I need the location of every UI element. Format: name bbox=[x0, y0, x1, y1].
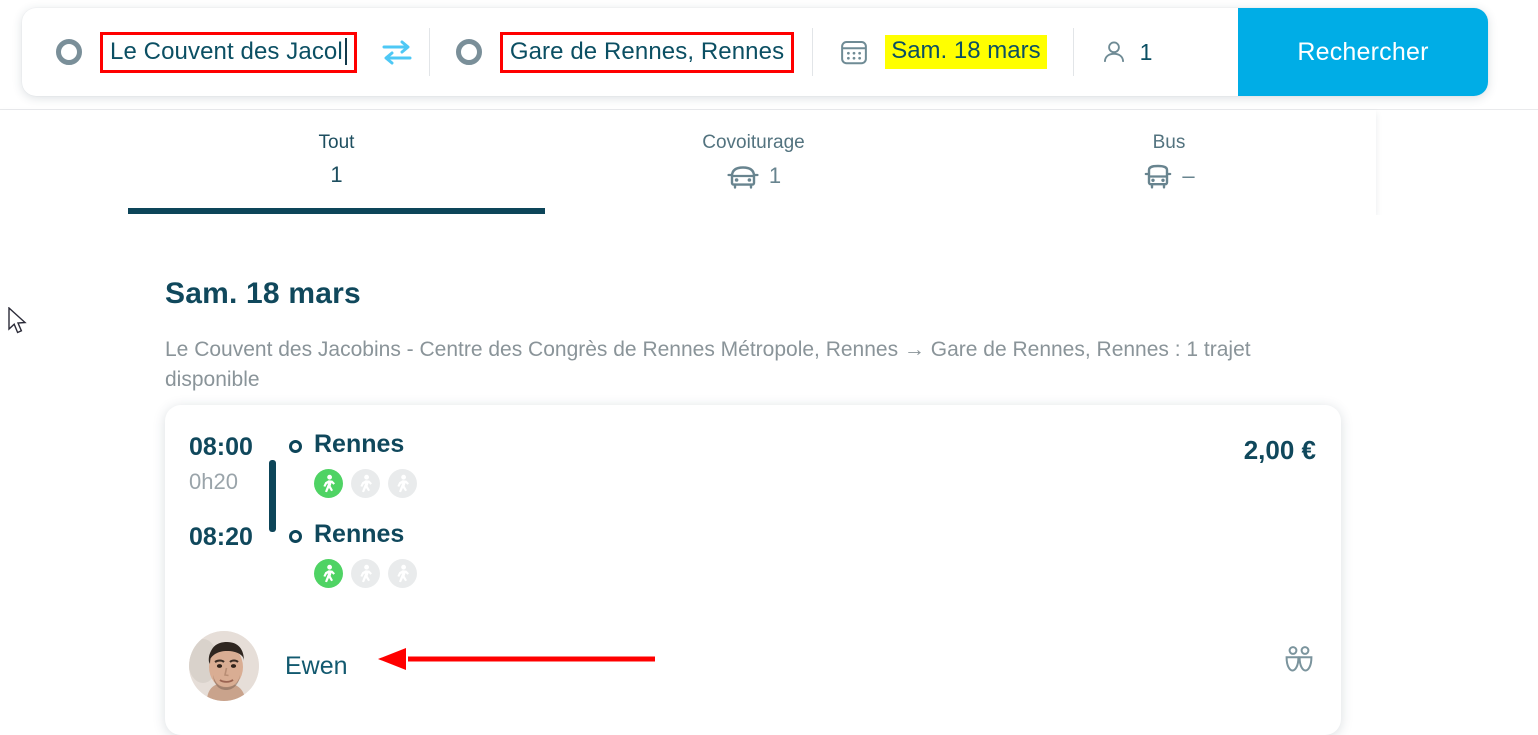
walking-person-icon bbox=[351, 559, 380, 588]
passengers-field[interactable]: 1 bbox=[1074, 8, 1179, 96]
tab-covoiturage[interactable]: Covoiturage 1 bbox=[545, 110, 962, 215]
search-bar-region: Le Couvent des Jacol Gare de Rennes, Ren… bbox=[0, 0, 1538, 110]
tab-bus[interactable]: Bus – bbox=[962, 110, 1376, 215]
date-value: Sam. 18 mars bbox=[885, 35, 1047, 69]
active-tab-underline bbox=[128, 208, 545, 214]
search-bar: Le Couvent des Jacol Gare de Rennes, Ren… bbox=[22, 8, 1488, 96]
departure-stop-name: Rennes bbox=[314, 430, 405, 458]
arrival-stop-name: Rennes bbox=[314, 520, 405, 548]
results-date-heading: Sam. 18 mars bbox=[165, 277, 361, 310]
driver-name: Ewen bbox=[285, 651, 348, 680]
tab-label: Tout bbox=[318, 132, 355, 153]
passengers-count: 1 bbox=[1139, 38, 1153, 65]
trip-price: 2,00 € bbox=[1243, 435, 1316, 465]
arrival-walk-rating bbox=[314, 559, 417, 588]
tab-value-wrap: – bbox=[1143, 162, 1195, 190]
arrival-dot-icon bbox=[289, 530, 302, 543]
circle-outline-icon bbox=[56, 39, 82, 65]
tab-value-wrap: 1 bbox=[330, 162, 342, 188]
journey-line bbox=[269, 460, 276, 532]
trip-duration: 0h20 bbox=[189, 469, 238, 494]
trip-result-card[interactable]: 08:00 0h20 Rennes 08:20 Rennes 2,00 € Ew… bbox=[165, 405, 1341, 735]
destination-field[interactable]: Gare de Rennes, Rennes bbox=[430, 8, 812, 96]
tab-label: Bus bbox=[1152, 132, 1186, 153]
tab-count: 1 bbox=[330, 162, 343, 187]
origin-input-highlight[interactable]: Le Couvent des Jacol bbox=[100, 31, 357, 73]
departure-time: 08:00 bbox=[189, 433, 253, 461]
driver-photo bbox=[189, 631, 259, 701]
walking-person-icon bbox=[388, 469, 417, 498]
results-tab-bar: Tout 1 Covoiturage 1 Bus – bbox=[0, 110, 1376, 215]
departure-walk-rating bbox=[314, 469, 417, 498]
tab-value-wrap: 1 bbox=[726, 162, 781, 190]
swap-arrows-icon bbox=[382, 40, 412, 65]
date-field[interactable]: Sam. 18 mars bbox=[813, 8, 1072, 96]
text-caret bbox=[344, 38, 347, 65]
results-summary-text: Le Couvent des Jacobins - Centre des Con… bbox=[165, 338, 1251, 391]
circle-outline-icon bbox=[455, 39, 482, 65]
swap-locations-button[interactable] bbox=[365, 8, 429, 96]
driver-avatar bbox=[189, 631, 259, 701]
origin-input-value: Le Couvent des Jacol bbox=[110, 37, 343, 65]
walking-person-icon bbox=[388, 559, 417, 588]
search-button[interactable]: Rechercher bbox=[1238, 8, 1488, 96]
tab-label: Covoiturage bbox=[702, 132, 805, 153]
bus-icon bbox=[1145, 164, 1172, 189]
departure-dot-icon bbox=[289, 440, 302, 453]
destination-input-highlight[interactable]: Gare de Rennes, Rennes bbox=[499, 31, 795, 73]
driver-row[interactable]: Ewen bbox=[189, 631, 348, 701]
results-panel: Sam. 18 mars Le Couvent des Jacobins - C… bbox=[0, 215, 1538, 735]
origin-field[interactable]: Le Couvent des Jacol bbox=[22, 8, 365, 96]
tab-tout[interactable]: Tout 1 bbox=[128, 110, 545, 215]
car-icon bbox=[727, 166, 759, 189]
tab-count: – bbox=[1182, 163, 1195, 188]
arrival-time: 08:20 bbox=[189, 523, 253, 551]
two-people-icon bbox=[1285, 646, 1313, 672]
person-icon bbox=[1103, 41, 1124, 62]
calendar-icon bbox=[841, 41, 868, 65]
destination-input-value: Gare de Rennes, Rennes bbox=[509, 37, 785, 65]
walking-person-icon bbox=[314, 559, 343, 588]
walking-person-icon bbox=[314, 469, 343, 498]
tab-count: 1 bbox=[768, 163, 782, 188]
walking-person-icon bbox=[351, 469, 380, 498]
trip-passengers-indicator bbox=[1282, 643, 1316, 682]
